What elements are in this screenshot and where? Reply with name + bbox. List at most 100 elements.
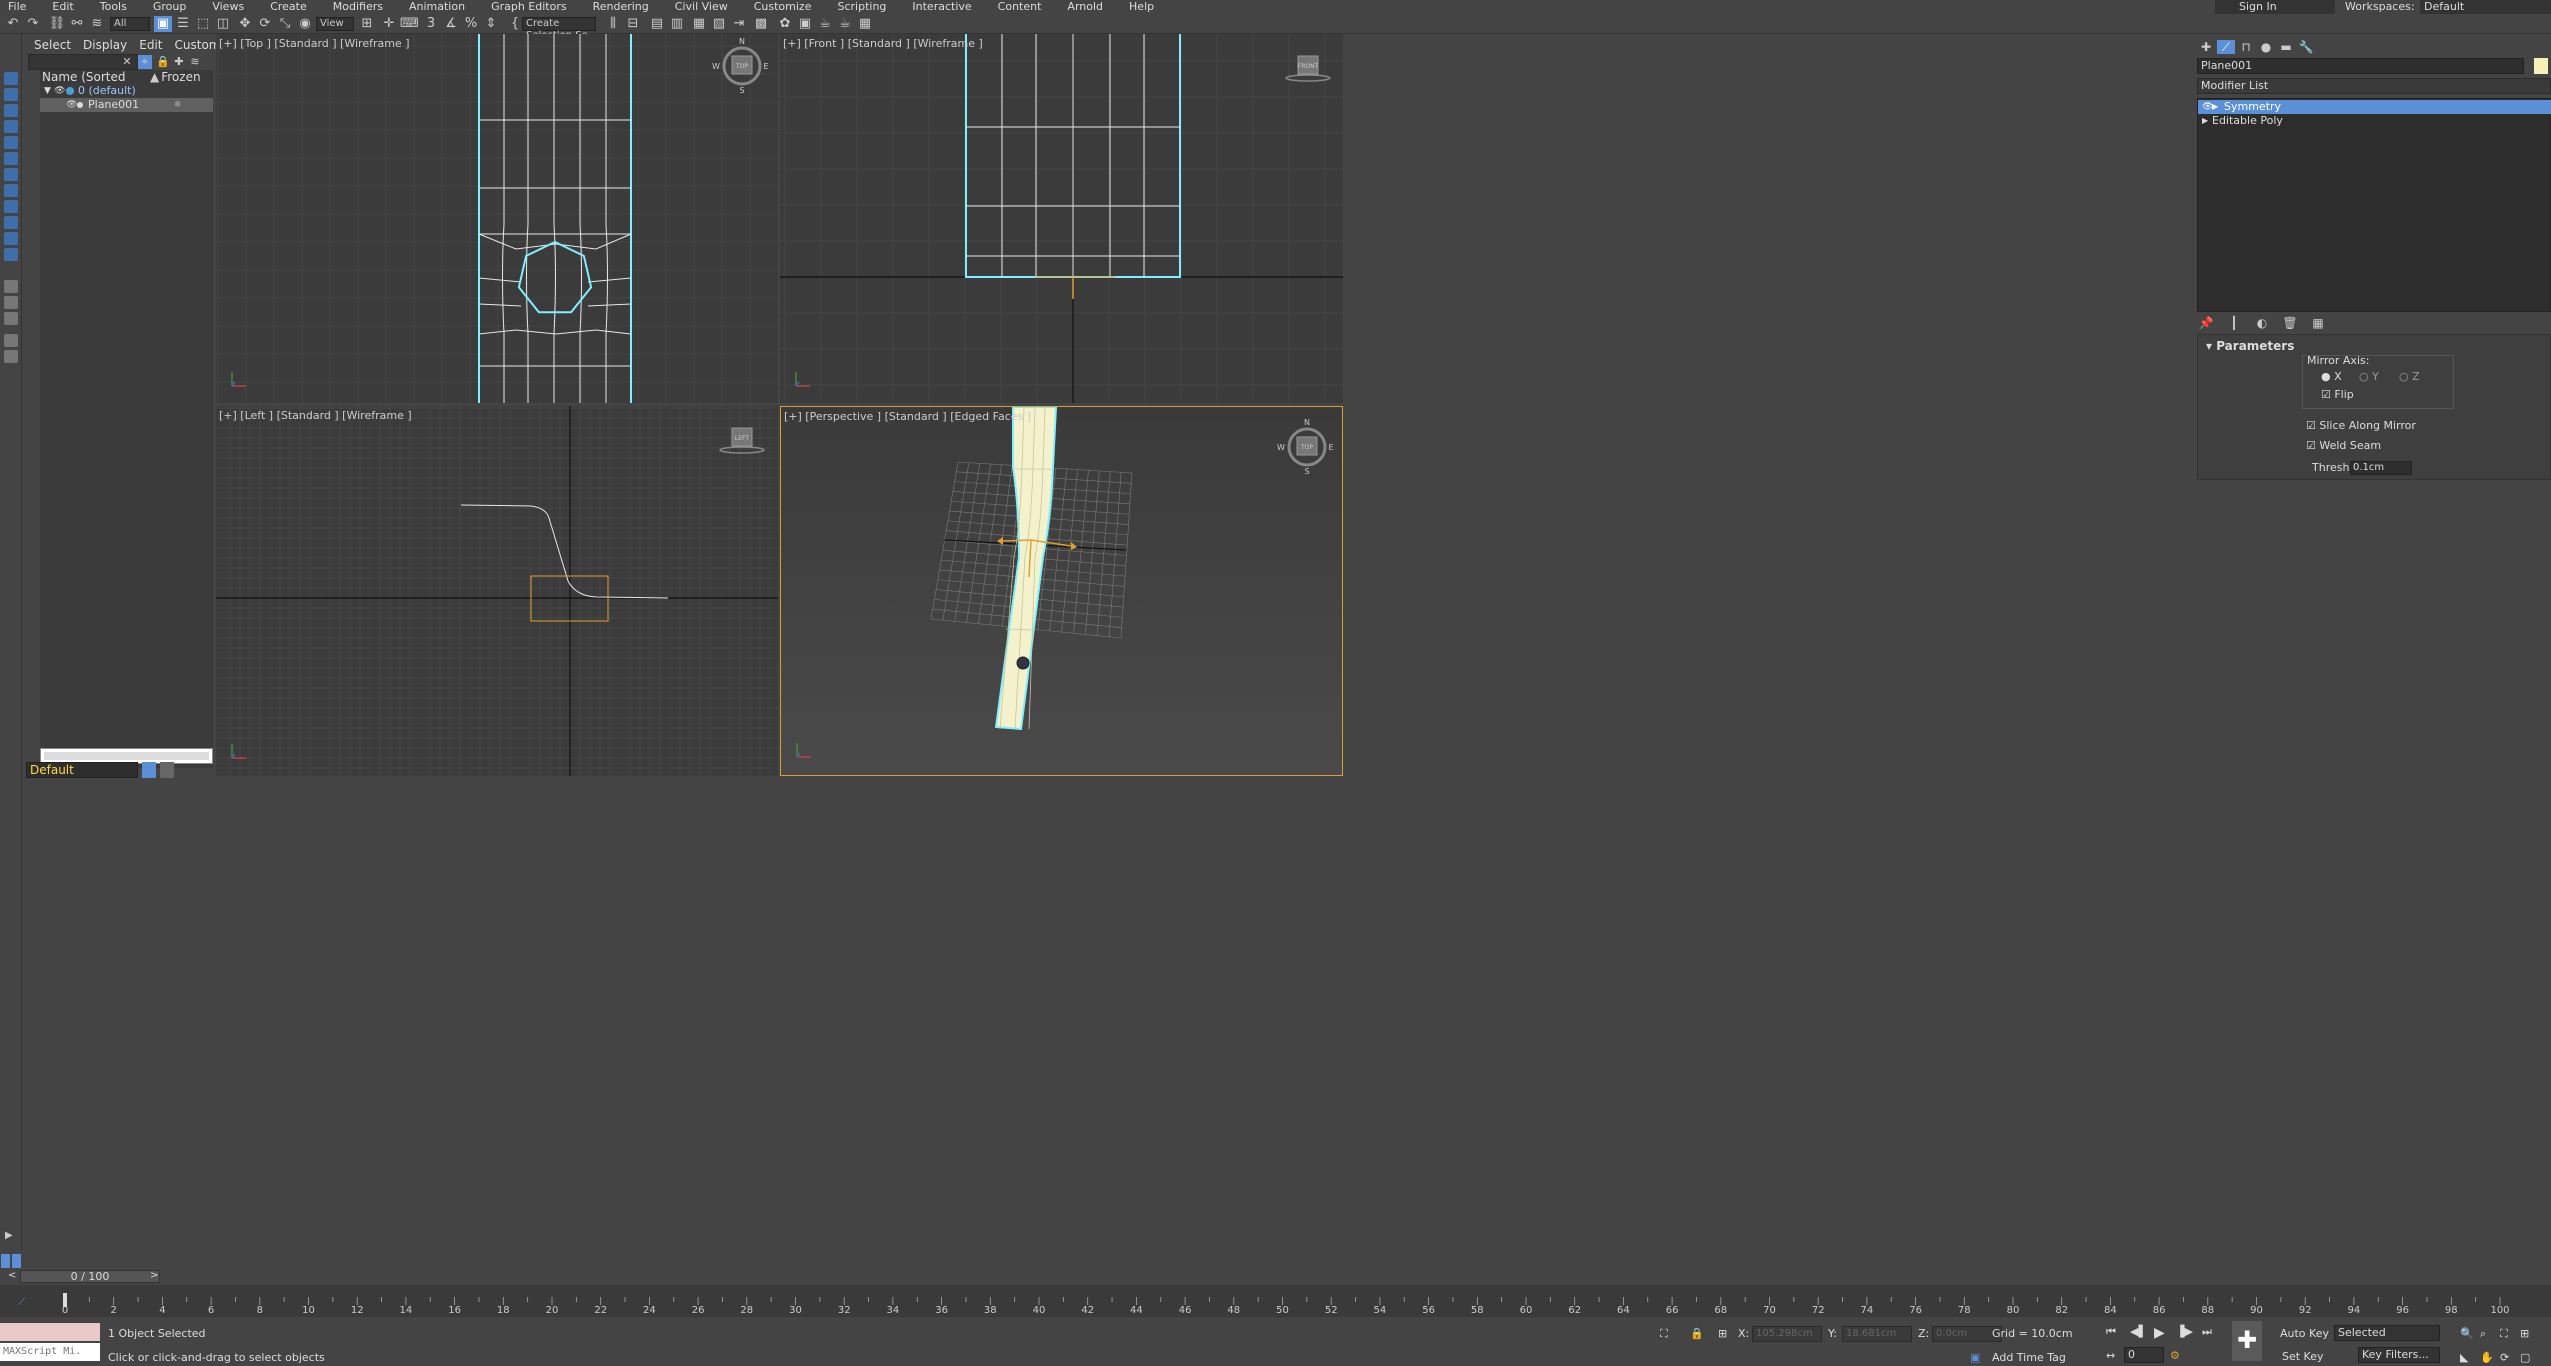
viewport-perspective[interactable]: TOP N S E W [+] [Perspective ] [Standard ] [… <box>780 406 1343 776</box>
explorer-tab-display[interactable]: Display <box>83 38 127 52</box>
window-crossing-icon[interactable]: ◫ <box>214 16 232 32</box>
time-slider[interactable]: < 0 / 100 > <box>0 1268 2551 1285</box>
object-name[interactable]: Plane001 <box>88 98 139 112</box>
explorer-tab-edit[interactable]: Edit <box>139 38 162 52</box>
weld-seam-checkbox[interactable]: ☑ Weld Seam <box>2306 439 2381 452</box>
viewport-left[interactable]: LEFT [+] [Left ] [Standard ] [Wireframe … <box>216 406 778 776</box>
y-coord-field[interactable]: 18.681cm <box>1842 1326 1912 1342</box>
spinner-snap-icon[interactable]: ⇕ <box>482 16 500 32</box>
orbit-icon[interactable]: ⟳ <box>2500 1351 2509 1364</box>
axis-x-radio[interactable]: ● X <box>2321 370 2342 383</box>
workspace-select[interactable]: Default <box>2420 0 2551 14</box>
pin-stack-icon[interactable]: 📌 <box>2197 316 2215 334</box>
filter-funnel-icon[interactable] <box>4 334 18 347</box>
set-key-button[interactable]: Set Key <box>2282 1350 2324 1363</box>
x-coord-field[interactable]: 105.298cm <box>1752 1326 1822 1342</box>
flip-checkbox[interactable]: ☑ Flip <box>2321 388 2354 401</box>
layer-explorer-icon[interactable]: ▥ <box>668 16 686 32</box>
rendered-frame-icon[interactable]: ▣ <box>796 16 814 32</box>
schematic-view-icon[interactable]: ⇥ <box>730 16 748 32</box>
maxscript-mini-listener[interactable]: MAXScript Mi. <box>0 1343 100 1361</box>
menu-group[interactable]: Group <box>140 0 200 14</box>
space-warps-filter-icon[interactable] <box>4 184 18 197</box>
render-setup-icon[interactable]: ✿ <box>776 16 794 32</box>
make-unique-icon[interactable]: ◐ <box>2253 316 2271 334</box>
key-mode-select[interactable]: Selected <box>2334 1325 2440 1341</box>
lock-icon[interactable]: 🔒 <box>156 55 170 69</box>
time-tag-icon[interactable]: ▣ <box>1970 1351 1980 1364</box>
scene-explorer-icon[interactable]: ▤ <box>648 16 666 32</box>
create-tab-icon[interactable]: ✚ <box>2197 40 2215 54</box>
tree-row-default-layer[interactable]: ▼ 👁 0 (default) <box>40 84 213 98</box>
column-name[interactable]: Name (Sorted Ascendi... <box>40 70 150 98</box>
menu-civil-view[interactable]: Civil View <box>662 0 741 14</box>
show-end-result-icon[interactable]: ┃ <box>2225 316 2243 334</box>
utilities-tab-icon[interactable]: 🔧 <box>2297 40 2315 54</box>
key-mode-icon[interactable]: ↔ <box>2106 1349 2115 1362</box>
stack-expand-icon[interactable]: ▶ <box>2212 100 2218 114</box>
collapse-arrow-icon[interactable]: ▼ <box>44 84 51 98</box>
move-icon[interactable]: ✥ <box>236 16 254 32</box>
zoom-icon[interactable]: 🔍 <box>2460 1327 2474 1340</box>
sign-in-button[interactable]: Sign In <box>2215 0 2335 14</box>
rect-selection-icon[interactable]: ⬚ <box>194 16 212 32</box>
geometry-filter-icon[interactable] <box>4 104 18 117</box>
menu-rendering[interactable]: Rendering <box>580 0 662 14</box>
axis-z-radio[interactable]: ○ Z <box>2399 370 2420 383</box>
add-layer-icon[interactable]: ✚ <box>172 55 186 69</box>
set-key-big-icon[interactable]: ✚ <box>2232 1321 2262 1361</box>
configure-modifier-sets-icon[interactable]: ▦ <box>2309 316 2327 334</box>
angle-snap-icon[interactable]: ∡ <box>442 16 460 32</box>
curve-editor-icon[interactable]: ▧ <box>710 16 728 32</box>
link-icon[interactable]: ⛓ <box>48 16 66 32</box>
menu-customize[interactable]: Customize <box>741 0 825 14</box>
display-tab-icon[interactable]: ▬ <box>2277 40 2295 54</box>
stack-item-editable-poly[interactable]: ▶ Editable Poly <box>2198 114 2551 128</box>
render-online-icon[interactable]: ▦ <box>856 16 874 32</box>
key-filters-button[interactable]: Key Filters... <box>2358 1347 2440 1363</box>
cameras-filter-icon[interactable] <box>4 152 18 165</box>
track-bar[interactable]: 0 2 4 6 8 10 12 14 16 18 20 22 24 26 28 30 32 34 36 38 40 42 4… <box>0 1285 2551 1317</box>
all-columns-icon[interactable] <box>4 312 18 325</box>
remove-modifier-icon[interactable]: 🗑 <box>2281 316 2299 334</box>
bind-space-warp-icon[interactable]: ≋ <box>88 16 106 32</box>
select-object-icon[interactable]: ▣ <box>154 16 172 32</box>
placement-icon[interactable]: ◉ <box>296 16 314 32</box>
menu-help[interactable]: Help <box>1116 0 1167 14</box>
menu-content[interactable]: Content <box>985 0 1055 14</box>
toggle-ribbon-icon[interactable]: ▦ <box>690 16 708 32</box>
hierarchy-tab-icon[interactable]: ⊓ <box>2237 40 2255 54</box>
parameters-title[interactable]: ▾ Parameters <box>2206 339 2294 353</box>
modify-tab-icon[interactable]: ⟋ <box>2217 40 2235 54</box>
object-color-swatch[interactable] <box>2534 58 2548 74</box>
time-config-icon[interactable]: ⚙ <box>2170 1349 2180 1362</box>
display-none-icon[interactable] <box>4 72 18 85</box>
modifier-list-dropdown[interactable]: Modifier List <box>2197 78 2551 94</box>
pan-icon[interactable]: ✋ <box>2480 1351 2494 1364</box>
pivot-center-icon[interactable]: ⊞ <box>358 16 376 32</box>
select-manipulate-icon[interactable]: ✛ <box>380 16 398 32</box>
time-slider-prev-icon[interactable]: < <box>8 1270 16 1281</box>
reference-coord-select[interactable]: View <box>316 17 354 31</box>
scene-explorer-toggle-icon[interactable] <box>160 762 174 778</box>
xrefs-filter-icon[interactable] <box>4 216 18 229</box>
next-frame-icon[interactable]: ▐▶ <box>2176 1325 2193 1338</box>
layer-name[interactable]: 0 (default) <box>78 84 136 98</box>
frozen-filter-icon[interactable] <box>4 280 18 293</box>
stack-item-symmetry[interactable]: 👁 ▶ Symmetry <box>2198 100 2551 114</box>
render-icon[interactable]: ☕ <box>816 16 834 32</box>
hidden-filter-icon[interactable] <box>4 296 18 309</box>
snaps-toggle-icon[interactable]: 3 <box>422 16 440 32</box>
viewport-front[interactable]: FRONT [+] [Front ] [Standard ] [Wirefram… <box>780 34 1343 403</box>
play-icon[interactable]: ▶ <box>2154 1325 2165 1341</box>
layer-explorer-toggle-icon[interactable] <box>142 762 156 778</box>
layers-icon[interactable]: ≋ <box>188 55 202 69</box>
menu-tools[interactable]: Tools <box>87 0 140 14</box>
selection-lock-icon[interactable]: 🔒 <box>1690 1327 1704 1340</box>
motion-tab-icon[interactable]: ● <box>2257 40 2275 54</box>
unlink-icon[interactable]: ⚯ <box>68 16 86 32</box>
select-filter-icon[interactable]: ⌖ <box>138 55 152 69</box>
menu-modifiers[interactable]: Modifiers <box>320 0 396 14</box>
threshold-spinner[interactable]: 0.1cm <box>2350 461 2412 475</box>
named-selection-set-select[interactable]: Create Selection Se <box>522 17 596 41</box>
